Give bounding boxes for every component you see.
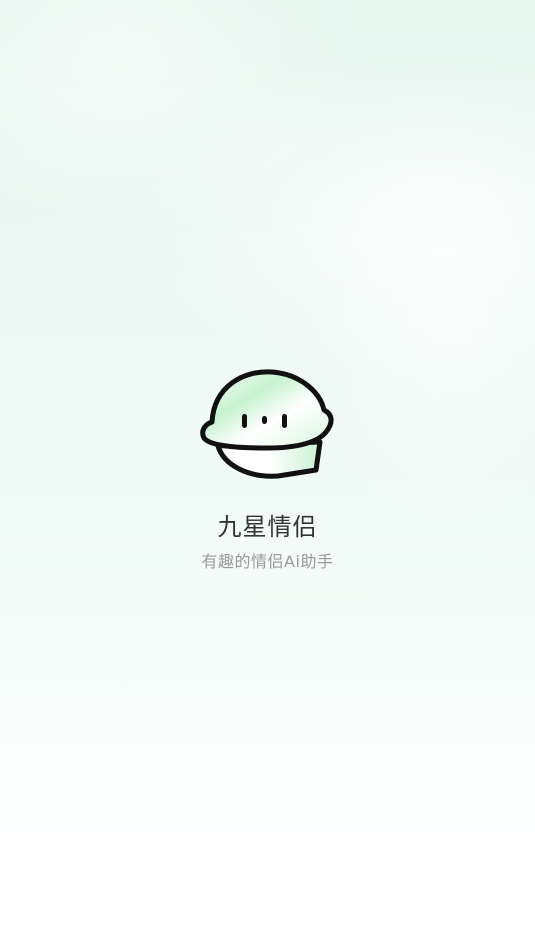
app-name: 九星情侣 xyxy=(217,513,318,541)
splash-content: 九星情侣 有趣的情侣Ai助手 xyxy=(0,366,535,572)
app-tagline: 有趣的情侣Ai助手 xyxy=(201,552,334,571)
helmet-mascot-icon xyxy=(199,369,333,479)
